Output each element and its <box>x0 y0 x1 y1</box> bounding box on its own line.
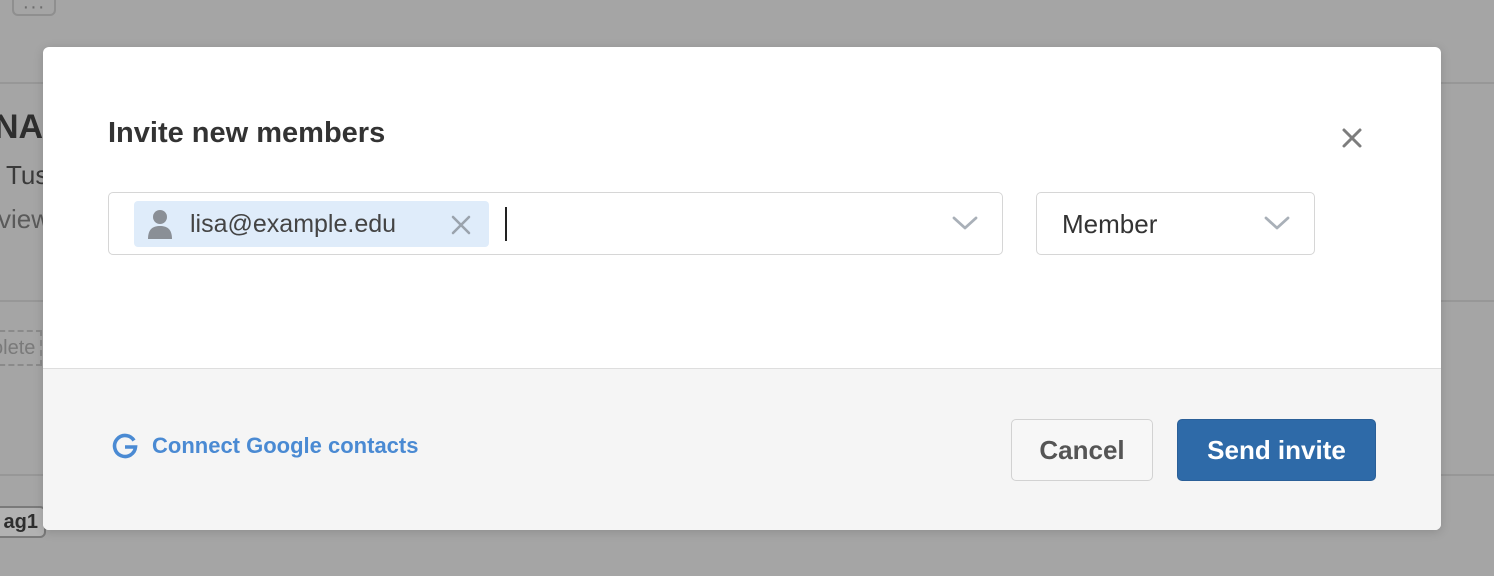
cancel-button[interactable]: Cancel <box>1011 419 1153 481</box>
role-select[interactable]: Member <box>1036 192 1315 255</box>
tag-badge-label: ag1 <box>3 511 38 533</box>
text-cursor <box>505 207 507 241</box>
close-icon <box>1342 128 1362 148</box>
close-button[interactable] <box>1337 123 1367 153</box>
remove-invitee-button[interactable] <box>448 212 474 238</box>
completed-filter-label: olete <box>0 337 36 359</box>
connect-google-contacts-label: Connect Google contacts <box>152 433 419 458</box>
more-options-button[interactable]: ··· <box>12 0 56 18</box>
dialog-footer: Connect Google contacts Cancel Send invi… <box>43 368 1441 530</box>
invitee-chip: lisa@example.edu <box>134 201 489 247</box>
completed-filter: olete <box>0 330 42 366</box>
remove-icon <box>451 215 471 235</box>
dialog-title: Invite new members <box>108 117 386 149</box>
connect-google-contacts-link[interactable]: Connect Google contacts <box>110 431 418 461</box>
invitee-chip-label: lisa@example.edu <box>190 209 397 238</box>
user-icon <box>146 208 174 240</box>
invitee-input[interactable]: lisa@example.edu <box>108 192 1003 255</box>
more-options-label: ··· <box>22 0 46 18</box>
chevron-down-icon[interactable] <box>951 213 979 233</box>
invite-members-dialog: Invite new members lisa@example.edu Memb… <box>43 47 1441 530</box>
background-title: NA <box>0 108 44 146</box>
google-icon <box>110 431 140 461</box>
send-invite-button[interactable]: Send invite <box>1177 419 1376 481</box>
chevron-down-icon <box>1264 216 1290 230</box>
role-select-value: Member <box>1062 209 1158 239</box>
tag-badge: ag1 <box>0 506 46 538</box>
